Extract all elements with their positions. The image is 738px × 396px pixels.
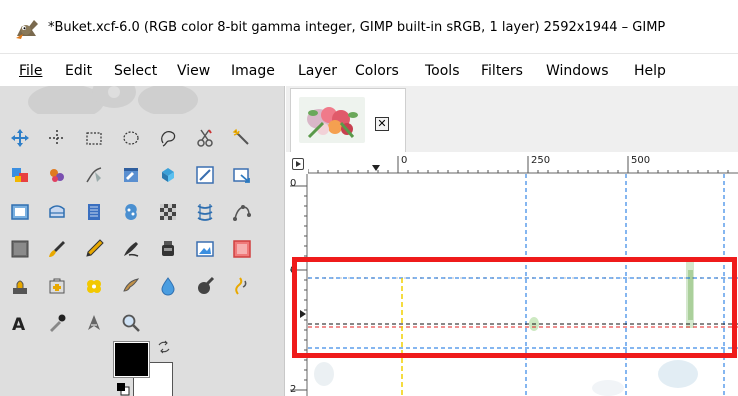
fuzzy-select-icon[interactable] (231, 127, 253, 149)
window-title: *Buket.xcf-6.0 (RGB color 8-bit gamma in… (48, 20, 666, 35)
menu-bar: File Edit Select View Image Layer Colors… (0, 55, 738, 85)
menu-tools[interactable]: Tools (425, 63, 460, 79)
alignment-icon[interactable] (46, 127, 68, 149)
menu-edit[interactable]: Edit (65, 63, 92, 79)
smudge-icon[interactable] (120, 275, 142, 297)
measure-icon[interactable] (194, 164, 216, 186)
cage-icon[interactable] (157, 201, 179, 223)
color-picker-icon[interactable] (120, 164, 142, 186)
flip-icon[interactable] (120, 201, 142, 223)
title-bar: *Buket.xcf-6.0 (RGB color 8-bit gamma in… (0, 0, 738, 54)
ellipse-select-icon[interactable] (120, 127, 142, 149)
navigate-button[interactable] (292, 158, 304, 170)
toolbox-panel: A (0, 86, 285, 396)
clone-icon[interactable] (9, 275, 31, 297)
default-colors-icon[interactable] (116, 382, 130, 396)
blur-icon[interactable] (157, 275, 179, 297)
menu-windows[interactable]: Windows (546, 63, 609, 79)
foreground-select-icon[interactable] (9, 164, 31, 186)
airbrush-icon[interactable] (157, 238, 179, 260)
crop-icon[interactable] (9, 201, 31, 223)
text-tool-icon[interactable] (231, 164, 253, 186)
by-color-select-icon[interactable] (46, 164, 68, 186)
magnify-icon[interactable] (120, 312, 142, 334)
menu-file[interactable]: File (19, 63, 42, 79)
highlight-rectangle (292, 257, 737, 358)
scissors-select-icon[interactable] (194, 127, 216, 149)
gradient-icon[interactable] (231, 275, 253, 297)
menu-file-label: File (19, 63, 43, 79)
swap-colors-icon[interactable] (157, 340, 171, 354)
svg-text:A: A (12, 315, 26, 334)
heal-icon[interactable] (46, 275, 68, 297)
ink-icon[interactable] (120, 238, 142, 260)
image-thumbnail (299, 97, 365, 143)
ruler-label-h-250: 250 (531, 155, 551, 166)
paintbrush-icon[interactable] (46, 238, 68, 260)
text-icon[interactable]: A (9, 312, 31, 334)
perspective-clone-icon[interactable] (83, 275, 105, 297)
zoom-icon[interactable] (157, 164, 179, 186)
unified-transform-icon[interactable] (46, 201, 68, 223)
move-icon[interactable] (9, 127, 31, 149)
menu-colors[interactable]: Colors (355, 63, 399, 79)
menu-layer[interactable]: Layer (298, 63, 337, 79)
warp-transform-icon[interactable] (194, 201, 216, 223)
menu-filters[interactable]: Filters (481, 63, 523, 79)
gimp-app-icon (16, 20, 38, 39)
menu-view[interactable]: View (177, 63, 210, 79)
eraser-icon[interactable] (231, 238, 253, 260)
mypaint-brush-icon[interactable] (194, 238, 216, 260)
image-tab-bar: ✕ (286, 86, 738, 152)
menu-select[interactable]: Select (114, 63, 157, 79)
ruler-label-h-0: 0 (401, 155, 408, 166)
free-select-icon[interactable] (157, 127, 179, 149)
foreground-color-swatch[interactable] (113, 341, 150, 378)
perspective-icon[interactable] (83, 201, 105, 223)
eyedropper-icon[interactable] (46, 312, 68, 334)
tab-close-button[interactable]: ✕ (375, 117, 389, 131)
handle-transform-icon[interactable] (231, 201, 253, 223)
horizontal-ruler[interactable]: 0 250 500 (308, 152, 738, 174)
paths-icon[interactable] (83, 164, 105, 186)
ruler-label-v-0: 0 (290, 178, 297, 189)
pen-tool-icon[interactable] (83, 312, 105, 334)
menu-help[interactable]: Help (634, 63, 666, 79)
pencil-icon[interactable] (83, 238, 105, 260)
wilber-drop-area-icon (28, 86, 198, 114)
image-tab-buket[interactable]: ✕ (290, 88, 406, 152)
rect-select-icon[interactable] (83, 127, 105, 149)
navigate-triangle-icon (296, 161, 301, 167)
menu-image[interactable]: Image (231, 63, 275, 79)
horizontal-ruler-ticks (308, 156, 738, 174)
bucket-fill-icon[interactable] (9, 238, 31, 260)
ruler-label-v-2: 2 (290, 384, 297, 395)
ruler-label-h-500: 500 (631, 155, 651, 166)
dodge-burn-icon[interactable] (194, 275, 216, 297)
